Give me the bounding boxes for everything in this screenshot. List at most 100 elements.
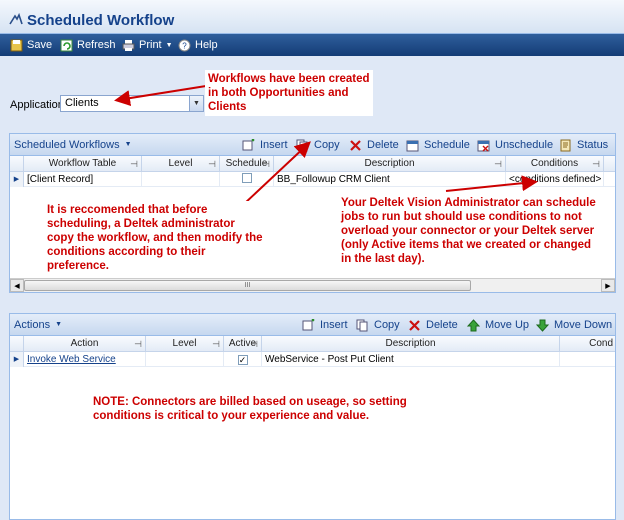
scroll-left-icon[interactable]: ◀ — [10, 279, 24, 292]
column-header-level[interactable]: Level ⊣ — [142, 156, 220, 172]
insert-button[interactable]: Insert — [242, 138, 288, 152]
chevron-down-icon: ▼ — [124, 141, 132, 148]
cell-active[interactable]: ✓ — [224, 352, 262, 367]
status-icon — [560, 139, 571, 151]
pin-icon[interactable]: ⊣ — [208, 156, 216, 172]
action-delete-button[interactable]: Delete — [408, 318, 458, 332]
scrollbar-thumb[interactable]: III — [24, 280, 471, 291]
status-label: Status — [577, 139, 609, 151]
move-down-label: Move Down — [554, 319, 613, 331]
column-header-conditions[interactable]: Conditions ⊣ — [506, 156, 604, 172]
chevron-down-icon: ▼ — [55, 321, 63, 328]
copy-button[interactable]: Copy — [296, 138, 340, 152]
help-button[interactable]: ? Help — [178, 38, 218, 52]
annotation-vision-admin: Your Deltek Vision Administrator can sch… — [338, 194, 602, 268]
insert-icon — [242, 138, 255, 150]
window-titlebar: Scheduled Workflow — [0, 0, 624, 34]
action-copy-label: Copy — [374, 319, 400, 331]
column-header-schedule[interactable]: Schedule ⊣ — [220, 156, 274, 172]
actions-panel-title[interactable]: Actions ▼ — [14, 319, 62, 331]
pin-icon[interactable]: ⊣ — [250, 336, 258, 352]
svg-text:?: ? — [182, 41, 187, 50]
application-label: Application — [10, 99, 64, 111]
row-indicator-icon: ▶ — [10, 352, 24, 367]
application-select[interactable]: Clients ▼ — [60, 95, 204, 112]
help-label: Help — [195, 39, 218, 51]
cell-cond[interactable] — [560, 352, 615, 367]
workflows-grid-header: Workflow Table ⊣ Level ⊣ Schedule ⊣ Descrip… — [10, 156, 615, 172]
active-checkbox[interactable]: ✓ — [237, 355, 248, 365]
workflows-panel-title[interactable]: Scheduled Workflows ▼ — [14, 139, 132, 151]
delete-button[interactable]: Delete — [349, 138, 399, 152]
row-indicator-icon: ▶ — [10, 172, 24, 187]
delete-label: Delete — [367, 139, 399, 151]
cell-conditions[interactable]: <conditions defined> — [506, 172, 604, 187]
print-button[interactable]: Print ▼ — [122, 38, 173, 52]
actions-panel-header: Actions ▼ Insert Copy Delete Move Up Move… — [10, 314, 615, 336]
copy-label: Copy — [314, 139, 340, 151]
refresh-label: Refresh — [77, 39, 116, 51]
cell-level[interactable] — [146, 352, 224, 367]
move-up-button[interactable]: Move Up — [467, 318, 529, 332]
column-header-active[interactable]: Active ⊣ — [224, 336, 262, 352]
column-header-description[interactable]: Description ⊣ — [274, 156, 506, 172]
workflow-icon — [9, 12, 23, 25]
schedule-checkbox[interactable] — [241, 173, 252, 183]
column-header-level[interactable]: Level ⊣ — [146, 336, 224, 352]
pin-icon[interactable]: ⊣ — [134, 336, 142, 352]
pin-icon[interactable]: ⊣ — [592, 156, 600, 172]
unschedule-label: Unschedule — [495, 139, 554, 151]
pin-icon[interactable]: ⊣ — [262, 156, 270, 172]
print-label: Print — [139, 39, 162, 51]
pin-icon[interactable]: ⊣ — [130, 156, 138, 172]
cell-description[interactable]: WebService - Post Put Client — [262, 352, 560, 367]
cell-workflow-table[interactable]: [Client Record] — [24, 172, 142, 187]
action-insert-button[interactable]: Insert — [302, 318, 348, 332]
chevron-down-icon[interactable]: ▼ — [189, 96, 203, 111]
column-header-description[interactable]: Description — [262, 336, 560, 352]
column-header-cond[interactable]: Cond — [560, 336, 615, 352]
row-indicator-header — [10, 336, 24, 352]
copy-icon — [296, 139, 308, 151]
arrow-up-icon — [467, 318, 480, 331]
insert-icon — [302, 318, 315, 330]
pin-icon[interactable]: ⊣ — [494, 156, 502, 172]
table-row[interactable]: ▶ Invoke Web Service ✓ WebService - Post… — [10, 352, 615, 367]
save-label: Save — [27, 39, 53, 51]
annotation-recommend: It is reccomended that before scheduling… — [44, 201, 266, 275]
cell-schedule[interactable] — [220, 172, 274, 187]
action-delete-label: Delete — [426, 319, 458, 331]
window-title: Scheduled Workflow — [27, 12, 175, 29]
printer-icon — [122, 39, 135, 51]
action-copy-button[interactable]: Copy — [356, 318, 400, 332]
workflows-panel-header: Scheduled Workflows ▼ Insert Copy Delete … — [10, 134, 615, 156]
save-button[interactable]: Save — [10, 38, 52, 52]
application-value: Clients — [65, 97, 99, 109]
column-header-action[interactable]: Action ⊣ — [24, 336, 146, 352]
scroll-right-icon[interactable]: ▶ — [601, 279, 615, 292]
cell-level[interactable] — [142, 172, 220, 187]
column-header-workflow-table[interactable]: Workflow Table ⊣ — [24, 156, 142, 172]
move-up-label: Move Up — [485, 319, 530, 331]
calendar-icon — [406, 140, 419, 151]
refresh-icon — [60, 39, 73, 51]
main-toolbar: Save Refresh Print ▼ ? Help — [0, 34, 624, 56]
calendar-remove-icon — [477, 140, 490, 151]
cell-description[interactable]: BB_Followup CRM Client — [274, 172, 506, 187]
status-button[interactable]: Status — [559, 138, 608, 152]
help-icon: ? — [178, 39, 191, 51]
schedule-button[interactable]: Schedule — [406, 138, 470, 152]
invoke-web-service-link[interactable]: Invoke Web Service — [27, 354, 116, 365]
annotation-workflows: Workflows have been created in both Oppo… — [205, 70, 373, 116]
actions-grid-header: Action ⊣ Level ⊣ Active ⊣ Description Cond — [10, 336, 615, 352]
pin-icon[interactable]: ⊣ — [212, 336, 220, 352]
copy-icon — [356, 319, 368, 331]
insert-label: Insert — [260, 139, 288, 151]
table-row[interactable]: ▶ [Client Record] BB_Followup CRM Client… — [10, 172, 615, 187]
arrow-down-icon — [536, 319, 549, 332]
horizontal-scrollbar[interactable]: ◀ III ▶ — [10, 278, 615, 292]
refresh-button[interactable]: Refresh — [60, 38, 116, 52]
cell-action[interactable]: Invoke Web Service — [24, 352, 146, 367]
unschedule-button[interactable]: Unschedule — [477, 138, 553, 152]
move-down-button[interactable]: Move Down — [536, 318, 612, 332]
